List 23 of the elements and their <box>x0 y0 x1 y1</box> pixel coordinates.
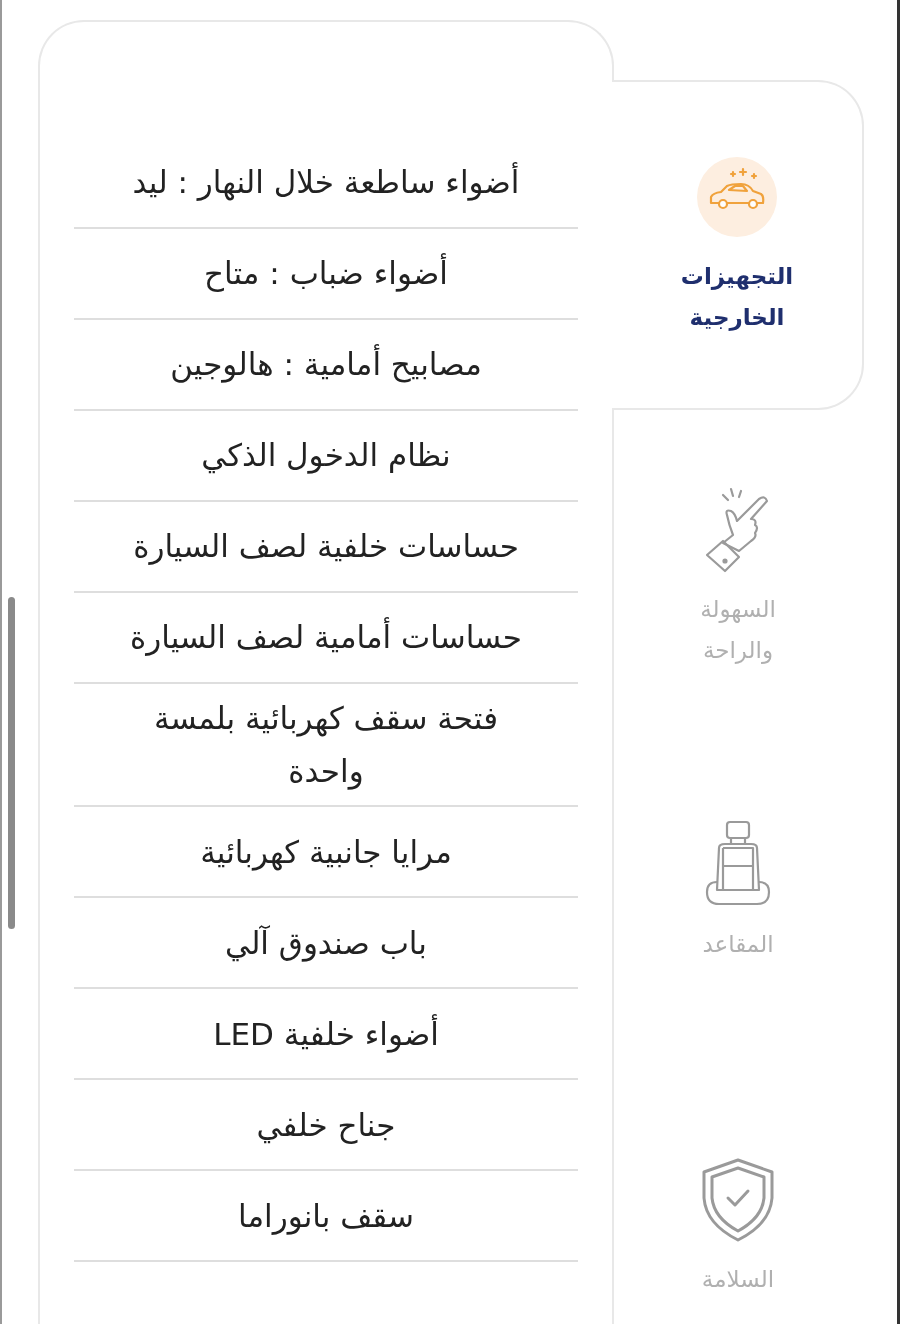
tab-label: السلامة <box>700 1265 776 1294</box>
feature-text: أضواء ضباب : متاح <box>204 252 448 294</box>
category-tab[interactable]: التجهيزات الخارجية <box>612 80 864 410</box>
car-icon <box>697 157 777 237</box>
feature-text: نظام الدخول الذكي <box>201 436 451 476</box>
category-tab[interactable]: السلامة <box>612 1085 864 1324</box>
feature-text: جناح خلفي <box>256 1105 396 1146</box>
shield-icon <box>702 1158 774 1242</box>
feature-text: حساسات خلفية لصف السيارة <box>133 527 519 567</box>
category-tab[interactable]: السهولة والراحة <box>612 415 864 750</box>
feature-text: أضواء ساطعة خلال النهار : ليد <box>132 161 520 203</box>
scrollbar[interactable] <box>8 597 15 929</box>
tab-label: المقاعد <box>701 930 775 959</box>
feature-text: مرايا جانبية كهربائية <box>200 832 452 873</box>
category-tab[interactable]: المقاعد <box>612 750 864 1085</box>
tab-label: التجهيزات الخارجية <box>679 262 795 333</box>
feature-text: مصابيح أمامية : هالوجين <box>170 343 482 385</box>
feature-text: أضواء خلفية LED <box>213 1013 439 1055</box>
feature-text: فتحة سقف كهربائية بلمسة واحدة <box>153 699 499 792</box>
feature-text: حساسات أمامية لصف السيارة <box>130 616 522 658</box>
feature-text: سقف بانوراما <box>238 1196 414 1237</box>
feature-text: باب صندوق آلي <box>225 923 427 964</box>
tab-label: السهولة والراحة <box>699 595 777 666</box>
